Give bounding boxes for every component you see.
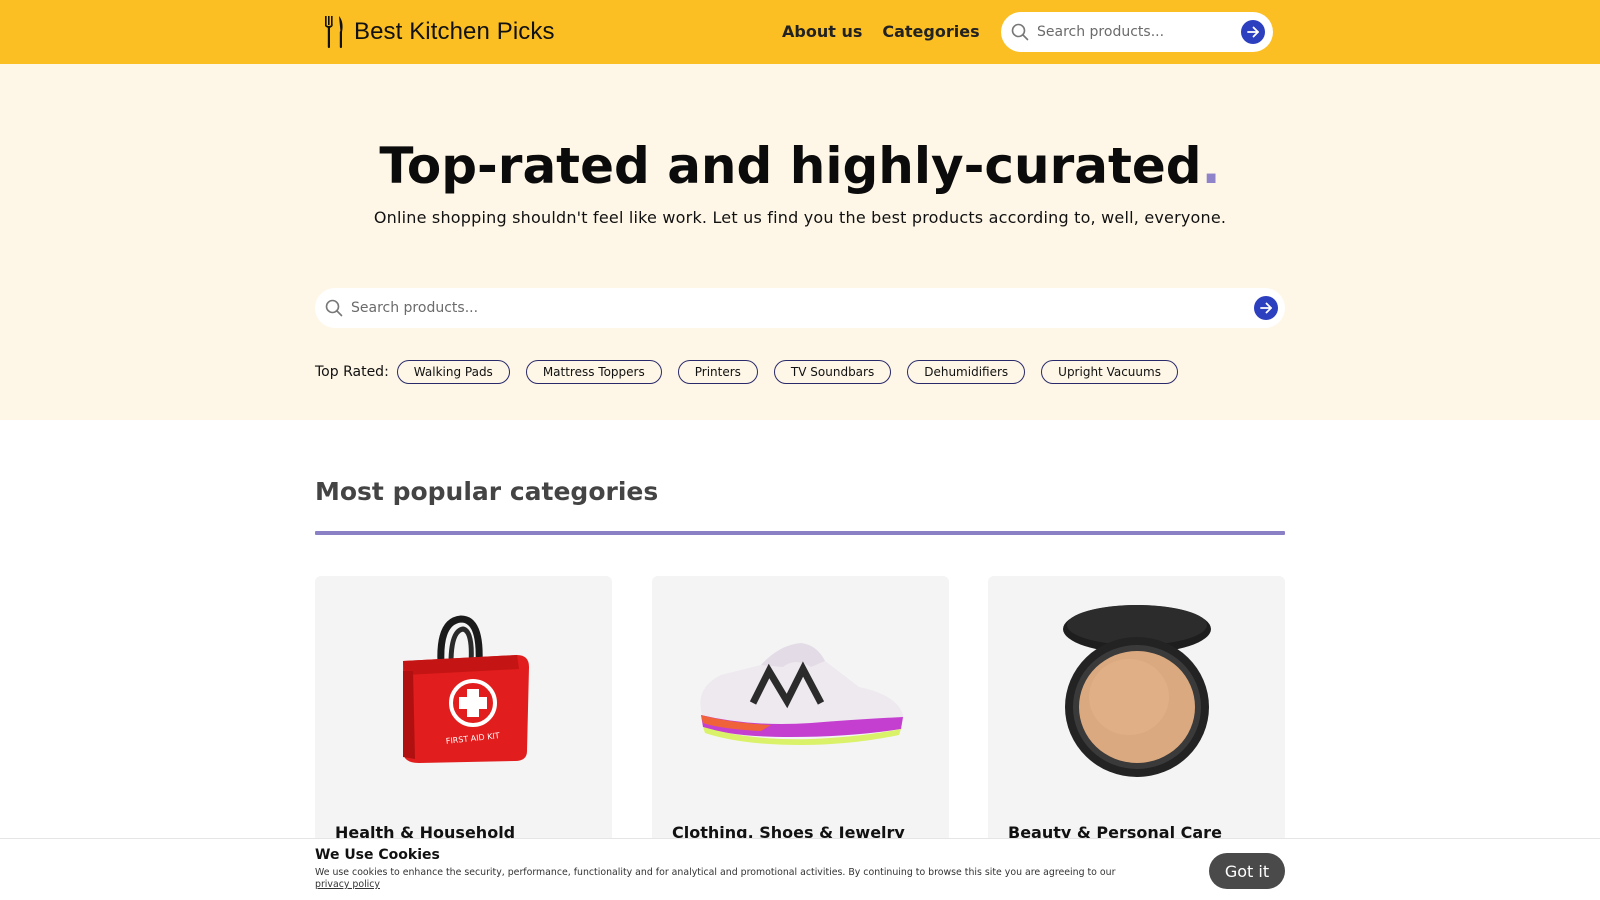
first-aid-kit-icon: FIRST AID KIT [402,615,529,763]
arrow-right-icon [1260,302,1272,314]
search-icon [325,299,343,317]
top-rated-pill[interactable]: TV Soundbars [773,360,892,384]
top-rated-pill[interactable]: Printers [677,360,758,384]
running-shoe-icon [699,643,903,745]
top-rated-pill[interactable]: Dehumidifiers [907,360,1026,384]
brand-logo[interactable]: Best Kitchen Picks [320,14,555,50]
hero-search-input[interactable] [351,296,1211,320]
cookie-title: We Use Cookies [315,847,440,863]
category-image [988,576,1285,806]
popular-categories-title: Most popular categories [315,477,659,506]
hero-title-dot: . [1201,137,1221,195]
cookie-banner: We Use Cookies We use cookies to enhance… [0,838,1600,900]
nav-categories[interactable]: Categories [882,20,979,44]
hero-search-bar [315,288,1285,328]
category-card-clothing-shoes-jewelry[interactable]: Clothing, Shoes & Jewelry [652,576,949,876]
privacy-policy-link[interactable]: privacy policy [315,879,380,891]
arrow-right-icon [1247,26,1259,38]
hero-title-text: Top-rated and highly-curated [379,137,1202,195]
category-image: FIRST AID KIT [315,576,612,806]
hero-section: Top-rated and highly-curated. Online sho… [0,64,1600,420]
powder-compact-icon [1062,605,1211,777]
hero-search-submit-button[interactable] [1254,296,1278,320]
brand-name: Best Kitchen Picks [354,18,555,45]
category-card-health-household[interactable]: FIRST AID KIT Health & Household [315,576,612,876]
hero-subtitle: Online shopping shouldn't feel like work… [373,208,1227,227]
header-search-submit-button[interactable] [1241,20,1265,44]
search-icon [1011,23,1029,41]
cookie-accept-button[interactable]: Got it [1209,853,1285,889]
site-header: Best Kitchen Picks About us Categories [0,0,1600,64]
header-search-bar [1001,12,1273,52]
category-card-beauty-personal-care[interactable]: Beauty & Personal Care [988,576,1285,876]
section-divider [315,531,1285,535]
fork-knife-icon [325,16,343,48]
top-rated-label: Top Rated: [315,364,389,380]
nav-about-us[interactable]: About us [782,20,862,44]
category-image [652,576,949,806]
top-rated-pill[interactable]: Walking Pads [396,360,510,384]
top-rated-row: Top Rated: Walking Pads Mattress Toppers… [315,358,1194,386]
main-nav: About us Categories [782,20,1000,44]
cookie-text: We use cookies to enhance the security, … [315,867,1116,878]
top-rated-pill[interactable]: Mattress Toppers [525,360,662,384]
header-search-input[interactable] [1037,20,1227,44]
top-rated-pill[interactable]: Upright Vacuums [1041,360,1178,384]
hero-title: Top-rated and highly-curated. [0,136,1600,196]
